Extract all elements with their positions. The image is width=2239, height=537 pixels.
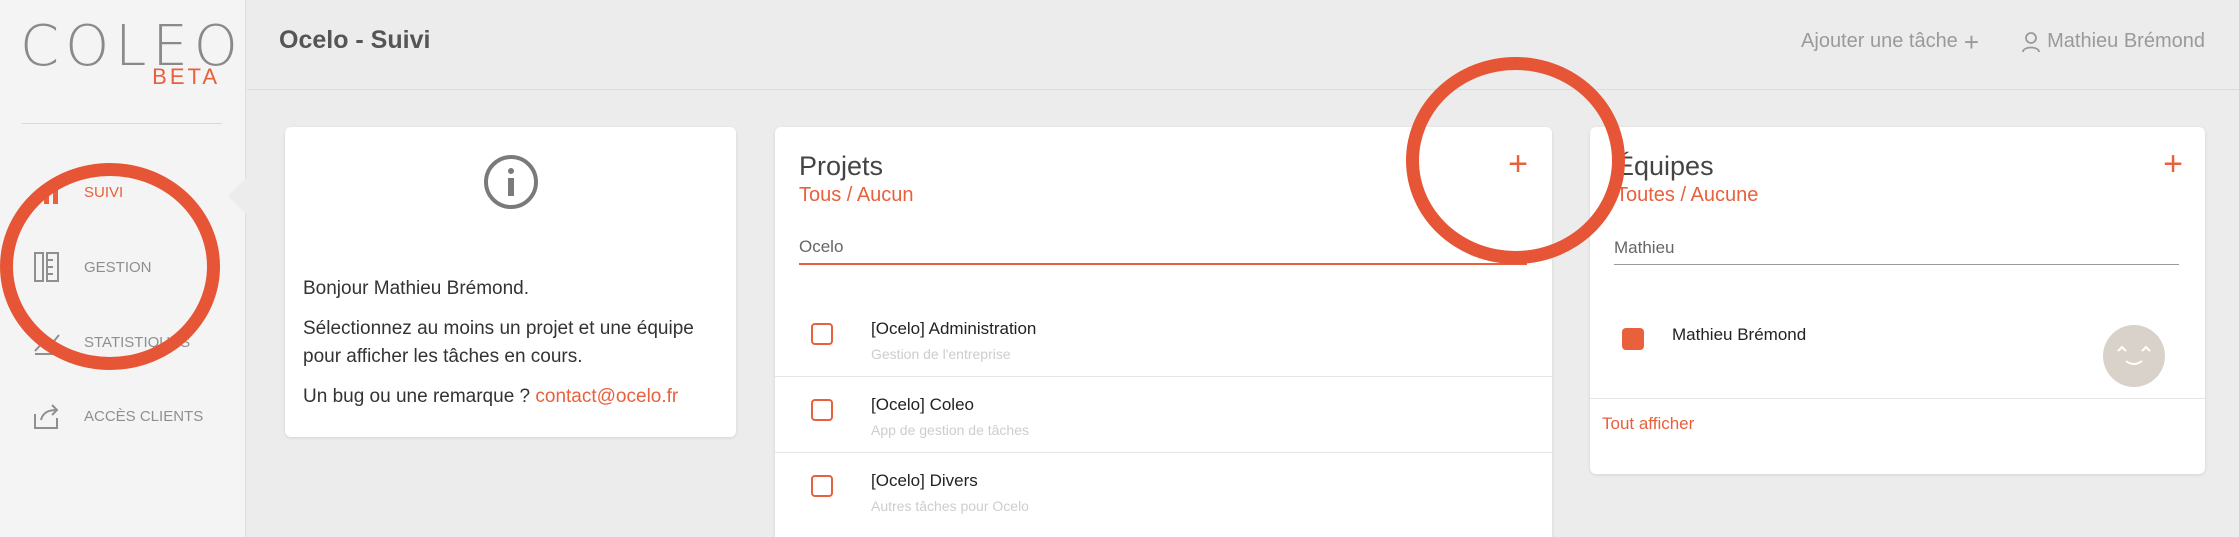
project-description: App de gestion de tâches (871, 422, 1030, 438)
project-name: [Ocelo] Divers (871, 471, 978, 490)
page-title: Ocelo - Suivi (279, 26, 431, 54)
plus-icon: + (1963, 26, 1979, 57)
project-name: [Ocelo] Coleo (871, 395, 974, 414)
user-menu[interactable]: Mathieu Brémond (2021, 30, 2205, 53)
add-task-label: Ajouter une tâche (1801, 30, 1958, 52)
top-header: Ocelo - Suivi Ajouter une tâche + Mathie… (247, 0, 2239, 90)
annotation-circle-sidebar (0, 163, 220, 370)
info-circle-icon (483, 154, 539, 215)
teams-title: Équipes (1616, 151, 1714, 181)
team-member-name: Mathieu Brémond (1672, 325, 1807, 344)
projects-filter-input[interactable] (799, 231, 1527, 265)
teams-select-all-none[interactable]: Toutes / Aucune (1616, 184, 1758, 207)
app-logo[interactable]: COLEO BETA (20, 14, 238, 94)
project-row[interactable]: [Ocelo] Coleo App de gestion de tâches (775, 377, 1552, 453)
project-description: Autres tâches pour Ocelo (871, 498, 1029, 514)
info-bug-line: Un bug ou une remarque ? contact@ocelo.f… (303, 383, 723, 411)
project-description: Gestion de l'entreprise (871, 346, 1011, 362)
team-checkbox[interactable] (1622, 328, 1644, 350)
contact-link[interactable]: contact@ocelo.fr (535, 386, 678, 407)
annotation-circle-add-project (1406, 57, 1625, 264)
project-name: [Ocelo] Administration (871, 319, 1037, 338)
show-all-link[interactable]: Tout afficher (1602, 414, 1694, 434)
team-row[interactable]: Mathieu Brémond (1590, 297, 2205, 399)
teams-filter-input[interactable] (1614, 231, 2179, 265)
avatar (2103, 325, 2165, 387)
add-team-plus-icon[interactable]: + (2163, 147, 2183, 181)
sidebar-item-acces-clients[interactable]: ACCÈS CLIENTS (30, 396, 230, 436)
info-instruction: Sélectionnez au moins un projet et une é… (303, 318, 694, 367)
sidebar-item-label: ACCÈS CLIENTS (84, 407, 204, 425)
user-name: Mathieu Brémond (2047, 30, 2205, 52)
project-checkbox[interactable] (811, 475, 833, 497)
share-export-icon (30, 399, 64, 433)
projects-select-all-none[interactable]: Tous / Aucun (799, 184, 914, 207)
bug-text: Un bug ou une remarque ? (303, 386, 531, 407)
teams-card: Équipes Toutes / Aucune + Mathieu Brémon… (1590, 127, 2205, 474)
project-row[interactable]: [Ocelo] Administration Gestion de l'entr… (775, 301, 1552, 377)
add-task-button[interactable]: Ajouter une tâche + (1801, 26, 1979, 57)
info-card: Bonjour Mathieu Brémond. Sélectionnez au… (285, 127, 736, 437)
projects-title: Projets (799, 151, 884, 181)
user-icon (2022, 31, 2041, 52)
project-row[interactable]: [Ocelo] Divers Autres tâches pour Ocelo (775, 453, 1552, 529)
sidebar-divider (22, 123, 222, 124)
logo-beta-badge: BETA (152, 64, 220, 89)
active-indicator (228, 178, 246, 214)
project-checkbox[interactable] (811, 399, 833, 421)
project-checkbox[interactable] (811, 323, 833, 345)
info-greeting: Bonjour Mathieu Brémond. (303, 278, 530, 299)
